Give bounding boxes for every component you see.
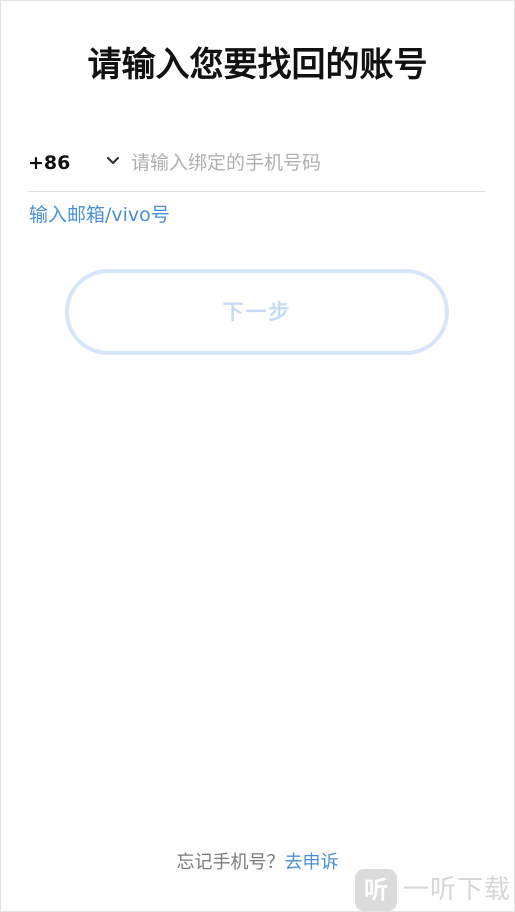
page-title: 请输入您要找回的账号 [87, 45, 428, 85]
watermark-logo-icon: 听 [355, 869, 397, 911]
phone-input-row: +86 [28, 141, 485, 192]
country-code-selector[interactable]: +86 [28, 151, 70, 175]
chevron-down-icon[interactable] [105, 153, 121, 169]
watermark-text: 一听下载 [403, 875, 512, 905]
recover-account-screen: 请输入您要找回的账号 +86 输入邮箱/vivo号 下一步 忘记手机号？去申诉 … [0, 0, 515, 912]
phone-number-input[interactable] [131, 145, 471, 181]
appeal-link[interactable]: 去申诉 [285, 852, 339, 873]
forgot-phone-text: 忘记手机号？ [176, 852, 285, 873]
watermark: 听 一听下载 [355, 867, 514, 911]
next-button[interactable]: 下一步 [65, 269, 449, 355]
email-vivo-id-link[interactable]: 输入邮箱/vivo号 [29, 201, 170, 229]
